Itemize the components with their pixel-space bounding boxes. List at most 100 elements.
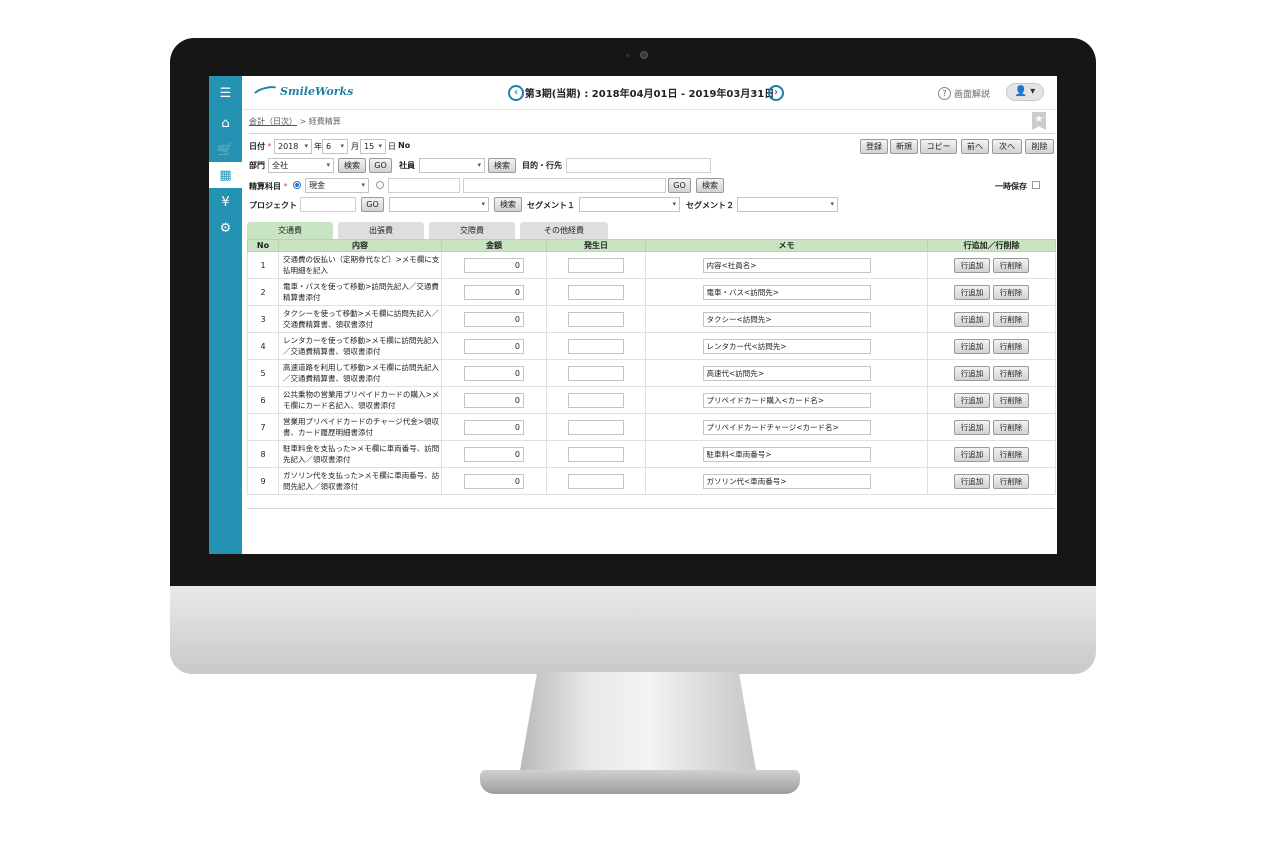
date-input[interactable] [568,257,624,273]
date-input[interactable] [568,365,624,381]
delete-row-button[interactable]: 行削除 [993,473,1029,489]
memo-input[interactable]: プリペイドカード購入<カード名> [702,392,871,408]
amount-input[interactable]: 0 [464,284,524,300]
delete-button[interactable]: 削除 [1025,139,1054,154]
row-actions: 行追加 行削除 [928,257,1055,273]
segment1-select[interactable] [579,197,680,212]
purpose-input[interactable] [566,158,711,173]
tab-business-trip[interactable]: 出張費 [338,222,424,239]
date-input[interactable] [568,311,624,327]
delete-row-button[interactable]: 行削除 [993,446,1029,462]
dept-select[interactable]: 全社 [268,158,334,173]
dept-label: 部門 [249,161,265,170]
col-date: 発生日 [546,239,646,252]
amount-input[interactable]: 0 [464,419,524,435]
cart-icon[interactable]: 🛒 [209,137,242,163]
segment2-select[interactable] [737,197,838,212]
add-row-button[interactable]: 行追加 [954,257,990,273]
delete-row-button[interactable]: 行削除 [993,392,1029,408]
delete-row-button[interactable]: 行削除 [993,365,1029,381]
year-select[interactable]: 2018 [274,139,312,154]
employee-select[interactable] [419,158,485,173]
amount-input[interactable]: 0 [464,257,524,273]
account-go-button[interactable]: GO [668,178,691,193]
calculator-icon[interactable]: ▦ [209,162,242,188]
chevron-right-icon[interactable]: › [768,85,784,101]
memo-input[interactable]: タクシー<訪問先> [702,311,871,327]
account-name-input[interactable] [463,178,666,193]
row-actions: 行追加 行削除 [928,419,1055,435]
gear-icon[interactable]: ⚙ [209,215,242,241]
row-no: 2 [247,278,279,306]
add-row-button[interactable]: 行追加 [954,446,990,462]
add-row-button[interactable]: 行追加 [954,338,990,354]
date-input[interactable] [568,473,624,489]
new-button[interactable]: 新規 [890,139,918,154]
employee-search-button[interactable]: 検索 [488,158,516,173]
row-description: 駐車料金を支払った>メモ欄に車両番号、訪問先記入／領収書添付 [278,440,442,468]
amount-input[interactable]: 0 [464,365,524,381]
memo-input[interactable]: プリペイドカードチャージ<カード名> [702,419,871,435]
help-link[interactable]: ? 画面解説 [938,87,990,100]
account-radio-cash[interactable] [293,181,301,189]
memo-input[interactable]: ガソリン代<車両番号> [702,473,871,489]
delete-row-button[interactable]: 行削除 [993,338,1029,354]
add-row-button[interactable]: 行追加 [954,473,990,489]
bookmark-star-icon[interactable]: ★ [1032,112,1046,130]
table-row: 9 ガソリン代を支払った>メモ欄に車両番号、訪問先記入／領収書添付 0 ガソリン代<車… [247,467,1056,495]
tab-transport[interactable]: 交通費 [247,222,333,239]
memo-input[interactable]: 内容<社員名> [702,257,871,273]
project-search-button[interactable]: 検索 [494,197,522,212]
add-row-button[interactable]: 行追加 [954,365,990,381]
delete-row-button[interactable]: 行削除 [993,311,1029,327]
project-code-input[interactable] [300,197,356,212]
date-input[interactable] [568,392,624,408]
tab-other-expenses[interactable]: その他経費 [520,222,608,239]
project-go-button[interactable]: GO [361,197,384,212]
memo-input[interactable]: 駐車料<車両番号> [702,446,871,462]
dept-go-button[interactable]: GO [369,158,392,173]
row-no: 7 [247,413,279,441]
memo-input[interactable]: 電車・バス<訪問先> [702,284,871,300]
project-select[interactable] [389,197,489,212]
dept-search-button[interactable]: 検索 [338,158,366,173]
add-row-button[interactable]: 行追加 [954,392,990,408]
account-radio-other[interactable] [376,181,384,189]
temp-save-checkbox[interactable] [1032,181,1040,189]
date-input[interactable] [568,284,624,300]
amount-input[interactable]: 0 [464,392,524,408]
menu-icon[interactable]: ☰ [209,80,242,106]
account-search-button[interactable]: 検索 [696,178,724,193]
money-bag-icon[interactable]: ¥ [209,189,242,215]
user-menu[interactable]: 👤 ▾ [1006,83,1044,101]
register-button[interactable]: 登録 [860,139,888,154]
amount-input[interactable]: 0 [464,446,524,462]
next-button[interactable]: 次へ [992,139,1022,154]
amount-input[interactable]: 0 [464,473,524,489]
tab-entertainment[interactable]: 交際費 [429,222,515,239]
date-input[interactable] [568,419,624,435]
chevron-left-icon[interactable]: ‹ [508,85,524,101]
memo-input[interactable]: レンタカー代<訪問先> [702,338,871,354]
copy-button[interactable]: コピー [920,139,957,154]
monitor-base [480,770,800,794]
prev-button[interactable]: 前へ [961,139,989,154]
delete-row-button[interactable]: 行削除 [993,419,1029,435]
delete-row-button[interactable]: 行削除 [993,284,1029,300]
delete-row-button[interactable]: 行削除 [993,257,1029,273]
amount-input[interactable]: 0 [464,338,524,354]
add-row-button[interactable]: 行追加 [954,419,990,435]
amount-input[interactable]: 0 [464,311,524,327]
memo-input[interactable]: 高速代<訪問先> [702,365,871,381]
account-select[interactable]: 現金 [305,178,369,193]
date-input[interactable] [568,338,624,354]
date-input[interactable] [568,446,624,462]
add-row-button[interactable]: 行追加 [954,284,990,300]
breadcrumb-parent[interactable]: 会計（日次） [249,117,297,126]
add-row-button[interactable]: 行追加 [954,311,990,327]
day-select[interactable]: 15 [360,139,386,154]
account-code-input[interactable] [388,178,460,193]
home-icon[interactable]: ⌂ [209,110,242,136]
row-actions: 行追加 行削除 [928,446,1055,462]
month-select[interactable]: 6 [322,139,348,154]
